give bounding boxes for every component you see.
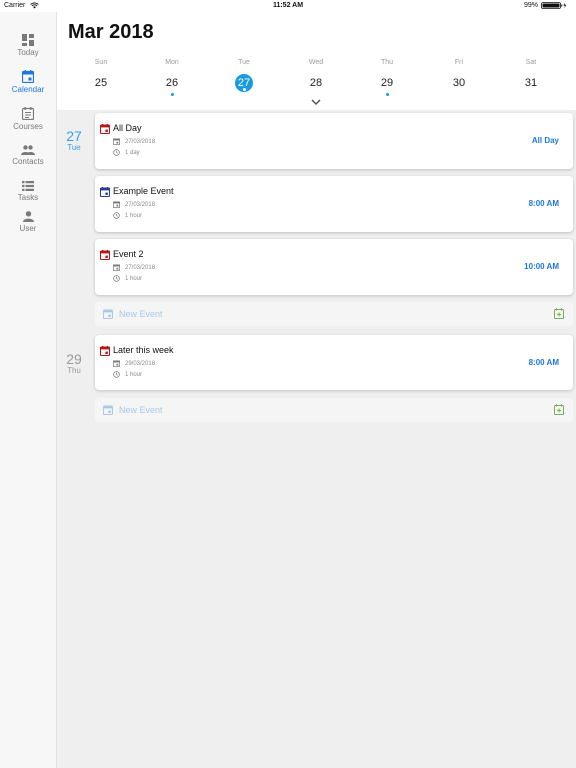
event-indicator-dot	[170, 93, 174, 96]
clock-icon	[113, 212, 120, 219]
sidebar-item-today[interactable]: Today	[0, 34, 56, 57]
new-event-button[interactable]: New Event	[95, 398, 573, 422]
event-date-text: 27/03/2018	[125, 265, 156, 271]
day-number: 30	[452, 77, 466, 89]
agenda-day-name: Thu	[67, 366, 81, 375]
sidebar: Today Calendar Courses Contacts Tasks Us…	[0, 12, 57, 768]
sidebar-item-tasks[interactable]: Tasks	[0, 181, 56, 202]
agenda-list: 27 Tue All Day 27/03/2018 1 day All Day …	[57, 110, 576, 768]
day-number: 31	[524, 77, 538, 89]
calendar-icon	[100, 346, 110, 356]
sidebar-item-label: Today	[17, 48, 39, 57]
sidebar-item-contacts[interactable]: Contacts	[0, 145, 56, 166]
add-event-icon[interactable]	[554, 404, 564, 415]
event-duration-text: 1 hour	[125, 372, 143, 378]
sidebar-item-calendar[interactable]: Calendar	[0, 70, 56, 94]
sidebar-item-user[interactable]: User	[0, 211, 56, 233]
chevron-down-icon[interactable]	[310, 98, 322, 106]
day-name: Tue	[238, 59, 250, 66]
event-duration-text: 1 day	[125, 150, 140, 156]
event-card[interactable]: All Day 27/03/2018 1 day All Day	[95, 113, 573, 169]
week-strip: Sun 25 Mon 26 Tue 27 Wed 28 Thu 29 Fri 3…	[57, 56, 576, 110]
day-wed[interactable]: Wed 28	[279, 56, 353, 92]
day-sun[interactable]: Sun 25	[64, 56, 138, 92]
event-time: 8:00 AM	[528, 358, 559, 367]
day-name: Sat	[525, 59, 537, 66]
new-event-label: New Event	[119, 309, 163, 319]
event-card[interactable]: Later this week 29/03/2018 1 hour 8:00 A…	[95, 335, 573, 390]
agenda-date-label: 29 Thu	[57, 351, 91, 375]
sidebar-item-courses[interactable]: Courses	[0, 107, 56, 131]
event-duration-text: 1 hour	[125, 213, 143, 219]
sidebar-item-label: Tasks	[17, 193, 39, 202]
event-title: Example Event	[113, 186, 174, 196]
agenda-day-number: 29	[66, 351, 82, 367]
day-mon[interactable]: Mon 26	[135, 56, 209, 96]
status-bar: Carrier 11:52 AM 99%	[0, 0, 576, 12]
calendar-icon	[100, 250, 110, 260]
calendar-icon	[103, 405, 113, 415]
sidebar-item-label: Contacts	[12, 157, 44, 166]
sidebar-item-label: Courses	[13, 122, 43, 131]
date-icon	[113, 138, 120, 145]
clock-icon	[113, 371, 120, 378]
new-event-label: New Event	[119, 405, 163, 415]
event-time: All Day	[531, 136, 559, 145]
agenda-day-name: Tue	[67, 143, 81, 152]
calendar-icon	[100, 124, 110, 134]
battery-percent: 99%	[523, 2, 538, 9]
day-number: 25	[94, 77, 108, 89]
clock: 11:52 AM	[272, 2, 304, 9]
event-indicator-dot	[242, 88, 246, 91]
event-date-text: 27/03/2018	[125, 202, 156, 208]
dashboard-icon	[22, 34, 34, 46]
add-event-icon[interactable]	[554, 308, 564, 319]
day-number: 28	[309, 77, 323, 89]
event-time: 10:00 AM	[524, 262, 559, 271]
event-duration-text: 1 hour	[125, 276, 143, 282]
calendar-icon	[103, 309, 113, 319]
event-card[interactable]: Event 2 27/03/2018 1 hour 10:00 AM	[95, 239, 573, 295]
day-number: 29	[378, 74, 396, 96]
event-card[interactable]: Example Event 27/03/2018 1 hour 8:00 AM	[95, 176, 573, 232]
day-thu[interactable]: Thu 29	[350, 56, 424, 96]
event-title: Later this week	[113, 345, 174, 355]
day-name: Sun	[94, 59, 108, 66]
clock-icon	[113, 275, 120, 282]
tasks-icon	[22, 181, 34, 191]
day-name: Thu	[380, 59, 394, 66]
day-name: Mon	[165, 59, 179, 66]
clock-icon	[113, 149, 120, 156]
sidebar-item-label: Calendar	[11, 85, 45, 94]
day-number: 26	[163, 74, 181, 96]
calendar-icon	[22, 70, 34, 83]
user-icon	[22, 211, 34, 222]
date-icon	[113, 264, 120, 271]
sidebar-item-label: User	[19, 224, 37, 233]
new-event-button[interactable]: New Event	[95, 302, 573, 326]
event-title: All Day	[113, 123, 142, 133]
day-tue[interactable]: Tue 27	[207, 56, 281, 92]
calendar-icon	[100, 187, 110, 197]
date-icon	[113, 201, 120, 208]
agenda-day-number: 27	[66, 128, 82, 144]
contacts-icon	[21, 145, 35, 155]
page-title: Mar 2018	[68, 21, 154, 43]
day-name: Fri	[454, 59, 464, 66]
day-number-selected: 27	[235, 74, 253, 92]
day-fri[interactable]: Fri 30	[422, 56, 496, 92]
day-sat[interactable]: Sat 31	[494, 56, 568, 92]
event-time: 8:00 AM	[528, 199, 559, 208]
event-date-text: 27/03/2018	[125, 139, 156, 145]
event-indicator-dot	[385, 93, 389, 96]
date-icon	[113, 360, 120, 367]
agenda-date-label: 27 Tue	[57, 128, 91, 152]
day-name: Wed	[308, 59, 324, 66]
courses-icon	[22, 107, 34, 120]
event-title: Event 2	[113, 249, 144, 259]
event-date-text: 29/03/2018	[125, 361, 156, 367]
battery-icon	[541, 2, 567, 9]
